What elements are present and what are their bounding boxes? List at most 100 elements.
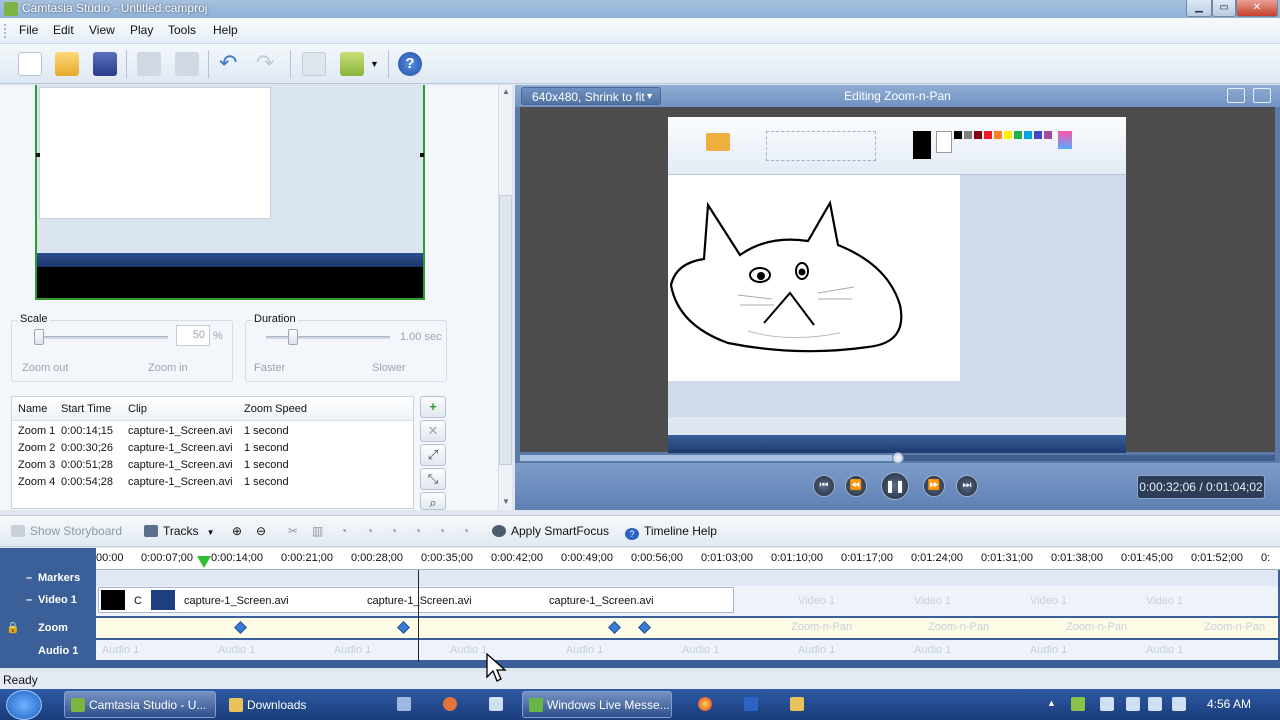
minimize-button[interactable]: ▁ [1186, 0, 1212, 17]
row-zoom-speed: 1 second [244, 425, 289, 437]
taskbar-item-camtasia[interactable]: Camtasia Studio - U... [64, 691, 216, 718]
apply-smartfocus-button[interactable]: Apply SmartFocus [492, 524, 609, 538]
duration-slider-track[interactable] [266, 336, 390, 339]
app-icon[interactable] [397, 697, 411, 711]
scale-value-field[interactable]: 50 [176, 325, 210, 346]
pause-icon[interactable]: ❚❚ [881, 472, 909, 500]
maximize-button[interactable]: ▭ [1212, 0, 1236, 17]
menu-file[interactable]: File [19, 23, 38, 37]
help-icon[interactable]: ? [398, 52, 422, 76]
zoom-keyframe[interactable] [234, 621, 247, 634]
audio1-track-label[interactable]: Audio 1 [0, 640, 96, 662]
zoom-lane[interactable]: Zoom-n-Pan Zoom-n-Pan Zoom-n-Pan Zoom-n-… [96, 618, 1278, 638]
zoom-settings-button[interactable]: ⌕ [420, 492, 446, 510]
redo-icon[interactable]: ↷ [256, 52, 280, 76]
edit-tool-icon[interactable]: ◔ [414, 524, 421, 538]
edit-tool-icon[interactable]: ◔ [462, 524, 469, 538]
playhead-marker[interactable] [197, 556, 211, 568]
column-header-start-time[interactable]: Start Time [61, 403, 111, 415]
duration-slider-thumb[interactable] [288, 329, 298, 345]
fullscreen-icon[interactable] [1227, 88, 1245, 103]
column-header-zoom-speed[interactable]: Zoom Speed [244, 403, 307, 415]
cut-icon[interactable]: ✂ [288, 524, 298, 538]
skip-to-start-icon[interactable]: ⏮ [813, 475, 835, 497]
audio1-lane[interactable]: Audio 1 Audio 1 Audio 1 Audio 1 Audio 1 … [96, 640, 1278, 660]
column-header-name[interactable]: Name [18, 403, 47, 415]
menu-view[interactable]: View [89, 23, 115, 37]
save-icon[interactable] [93, 52, 117, 76]
delete-zoom-button[interactable]: ✕ [420, 420, 446, 442]
zoom-out-timeline-icon[interactable]: ⊖ [256, 524, 266, 538]
import-media-icon[interactable] [137, 52, 161, 76]
produce-share-icon[interactable] [340, 52, 364, 76]
video-clip[interactable]: C capture-1_Screen.avi capture-1_Screen.… [98, 587, 734, 613]
add-zoom-button[interactable]: + [420, 396, 446, 418]
zoom-track-label[interactable]: 🔒 Zoom [0, 617, 96, 639]
save-as-icon[interactable] [175, 52, 199, 76]
firefox-icon[interactable] [443, 697, 457, 711]
menu-play[interactable]: Play [130, 23, 153, 37]
left-panel-scrollbar[interactable]: ▲ ▼ [498, 85, 512, 510]
video1-track-label[interactable]: – Video 1 [0, 589, 96, 611]
zoom-selection-preview[interactable] [35, 85, 425, 300]
scrollbar-thumb[interactable] [499, 195, 512, 465]
chevron-down-icon[interactable]: ▼ [370, 52, 382, 76]
time-ruler[interactable]: 00:00 0:00:07;00 0:00:14;00 0:00:21;00 0… [96, 548, 1280, 570]
scroll-up-icon[interactable]: ▲ [502, 87, 510, 96]
zoom-keyframe[interactable] [638, 621, 651, 634]
menu-edit[interactable]: Edit [53, 23, 74, 37]
chrome-icon[interactable] [698, 697, 712, 711]
video1-lane[interactable]: C capture-1_Screen.avi capture-1_Screen.… [96, 586, 1278, 616]
edit-tool-icon[interactable]: ◔ [438, 524, 445, 538]
timeline-help-button[interactable]: ? Timeline Help [625, 524, 717, 540]
apply-zoom-button[interactable]: ⤡ [420, 468, 446, 490]
skip-to-end-icon[interactable]: ⏭ [956, 475, 978, 497]
markers-lane[interactable] [96, 570, 1278, 586]
show-hidden-icons-icon[interactable]: ▲ [1047, 698, 1056, 708]
taskbar-item-downloads[interactable]: Downloads [222, 691, 378, 718]
collapse-markers-icon[interactable]: – [26, 567, 32, 589]
video-preview[interactable] [520, 107, 1275, 453]
tracks-button[interactable]: Tracks ▼ [144, 524, 214, 538]
collapse-video-icon[interactable]: – [26, 589, 32, 611]
edit-tool-icon[interactable]: ◔ [366, 524, 373, 538]
new-project-icon[interactable] [18, 52, 42, 76]
detach-preview-icon[interactable] [1253, 88, 1271, 103]
markers-track-label[interactable]: – Markers [0, 567, 96, 587]
open-folder-icon[interactable] [55, 52, 79, 76]
edit-tool-icon[interactable]: ◔ [340, 524, 347, 538]
app-icon[interactable] [790, 697, 804, 711]
resize-handle-right[interactable] [420, 153, 424, 157]
taskbar-item-messenger[interactable]: Windows Live Messe... [522, 691, 672, 718]
scroll-down-icon[interactable]: ▼ [502, 497, 510, 506]
volume-muted-icon[interactable] [1172, 697, 1186, 711]
undo-icon[interactable]: ↶ [219, 52, 243, 76]
task-list-icon[interactable] [302, 52, 326, 76]
fit-zoom-button[interactable]: ⤢ [420, 444, 446, 466]
edit-tool-icon[interactable]: ◔ [390, 524, 397, 538]
rewind-icon[interactable]: ⏪ [845, 475, 867, 497]
resize-handle-left[interactable] [36, 153, 40, 157]
scale-slider-thumb[interactable] [34, 329, 44, 345]
show-storyboard-button[interactable]: Show Storyboard [11, 524, 122, 538]
zoom-keyframe[interactable] [608, 621, 621, 634]
tray-icon[interactable] [1100, 697, 1114, 711]
menu-help[interactable]: Help [213, 23, 238, 37]
network-icon[interactable] [1148, 697, 1162, 711]
scale-slider-track[interactable] [34, 336, 168, 339]
menu-tools[interactable]: Tools [168, 23, 196, 37]
fast-forward-icon[interactable]: ⏩ [923, 475, 945, 497]
column-header-clip[interactable]: Clip [128, 403, 147, 415]
split-icon[interactable]: ▥ [312, 524, 323, 538]
paint-icon[interactable] [744, 697, 758, 711]
playback-progress-track[interactable] [520, 452, 1275, 464]
app-icon[interactable] [489, 697, 503, 711]
close-button[interactable]: ✕ [1236, 0, 1278, 17]
tray-icon[interactable] [1126, 697, 1140, 711]
lock-icon[interactable]: 🔒 [6, 617, 20, 639]
tray-icon[interactable] [1071, 697, 1085, 711]
zoom-in-timeline-icon[interactable]: ⊕ [232, 524, 242, 538]
preview-size-dropdown[interactable]: 640x480, Shrink to fit ▼ [521, 87, 661, 105]
zoom-keyframe[interactable] [397, 621, 410, 634]
start-button[interactable] [6, 690, 42, 720]
